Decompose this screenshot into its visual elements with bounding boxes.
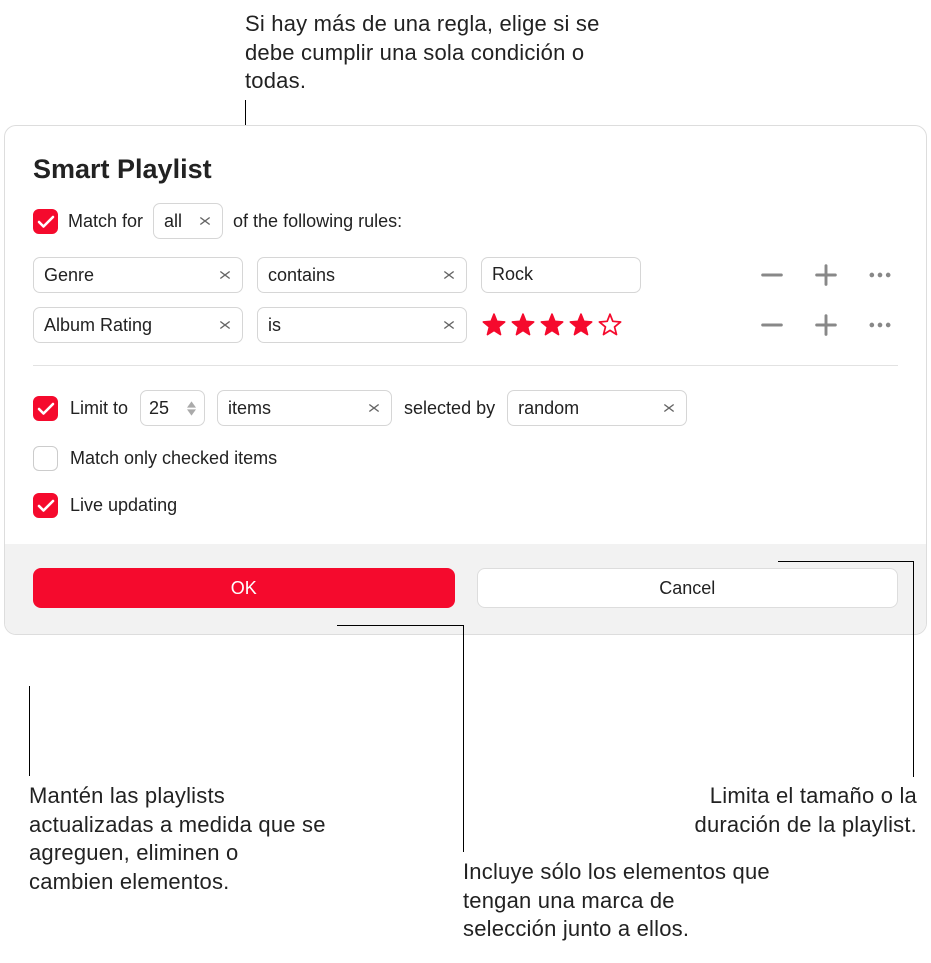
remove-rule-button[interactable] xyxy=(758,261,786,289)
match-only-checked-checkbox[interactable] xyxy=(33,446,58,471)
ellipsis-icon xyxy=(866,311,894,339)
callout-live-updating: Mantén las playlists actualizadas a medi… xyxy=(29,782,329,896)
selected-by-label: selected by xyxy=(404,398,495,419)
limit-row: Limit to 25 items selected by random xyxy=(33,390,898,426)
star-outline-icon xyxy=(597,312,623,338)
match-suffix: of the following rules: xyxy=(233,211,402,232)
match-only-checked-row: Match only checked items xyxy=(33,446,898,471)
rule-value-input[interactable]: Rock xyxy=(481,257,641,293)
limit-mode-value: random xyxy=(518,398,579,419)
chevron-down-icon xyxy=(218,318,232,332)
star-filled-icon xyxy=(539,312,565,338)
ok-button-label: OK xyxy=(231,578,257,599)
rule-text-value: Rock xyxy=(492,264,533,284)
rule-row: Genre contains Rock xyxy=(33,257,898,293)
leader-line xyxy=(778,561,914,562)
rule-operator-value: is xyxy=(268,315,281,336)
live-updating-checkbox[interactable] xyxy=(33,493,58,518)
match-only-checked-label: Match only checked items xyxy=(70,448,277,469)
leader-line xyxy=(29,686,30,776)
callout-limit: Limita el tamaño o la duración de la pla… xyxy=(637,782,917,839)
cancel-button-label: Cancel xyxy=(659,578,715,599)
add-rule-button[interactable] xyxy=(812,311,840,339)
rule-field-value: Album Rating xyxy=(44,315,152,336)
chevron-down-icon xyxy=(218,268,232,282)
match-row: Match for all of the following rules: xyxy=(33,203,898,239)
limit-unit-value: items xyxy=(228,398,271,419)
rule-field-select[interactable]: Genre xyxy=(33,257,243,293)
limit-count-value: 25 xyxy=(149,398,169,419)
more-rule-button[interactable] xyxy=(866,311,894,339)
more-rule-button[interactable] xyxy=(866,261,894,289)
divider xyxy=(33,365,898,366)
chevron-down-icon xyxy=(442,268,456,282)
star-filled-icon xyxy=(510,312,536,338)
live-updating-row: Live updating xyxy=(33,493,898,518)
chevron-down-icon xyxy=(198,214,212,228)
stepper-icon[interactable] xyxy=(187,401,196,416)
limit-count-input[interactable]: 25 xyxy=(140,390,205,426)
chevron-down-icon xyxy=(367,401,381,415)
rules-list: Genre contains Rock xyxy=(33,257,898,343)
star-rating-input[interactable] xyxy=(481,312,651,338)
chevron-down-icon xyxy=(442,318,456,332)
leader-line xyxy=(463,625,464,852)
plus-icon xyxy=(812,261,840,289)
dialog-footer: OK Cancel xyxy=(5,544,926,634)
smart-playlist-dialog: Smart Playlist Match for all of the foll… xyxy=(4,125,927,635)
star-filled-icon xyxy=(568,312,594,338)
leader-line xyxy=(337,625,463,626)
rule-field-select[interactable]: Album Rating xyxy=(33,307,243,343)
minus-icon xyxy=(758,261,786,289)
rule-row: Album Rating is xyxy=(33,307,898,343)
rule-field-value: Genre xyxy=(44,265,94,286)
rule-operator-select[interactable]: is xyxy=(257,307,467,343)
rule-operator-select[interactable]: contains xyxy=(257,257,467,293)
dialog-title: Smart Playlist xyxy=(33,154,898,185)
match-prefix: Match for xyxy=(68,211,143,232)
callout-match-mode: Si hay más de una regla, elige si se deb… xyxy=(245,10,625,96)
add-rule-button[interactable] xyxy=(812,261,840,289)
match-checkbox[interactable] xyxy=(33,209,58,234)
leader-line xyxy=(913,561,914,777)
ellipsis-icon xyxy=(866,261,894,289)
match-mode-select[interactable]: all xyxy=(153,203,223,239)
star-filled-icon xyxy=(481,312,507,338)
limit-checkbox[interactable] xyxy=(33,396,58,421)
limit-unit-select[interactable]: items xyxy=(217,390,392,426)
remove-rule-button[interactable] xyxy=(758,311,786,339)
callout-match-only-checked: Incluye sólo los elementos que tengan un… xyxy=(463,858,773,944)
limit-mode-select[interactable]: random xyxy=(507,390,687,426)
match-mode-value: all xyxy=(164,211,182,232)
minus-icon xyxy=(758,311,786,339)
plus-icon xyxy=(812,311,840,339)
ok-button[interactable]: OK xyxy=(33,568,455,608)
limit-label: Limit to xyxy=(70,398,128,419)
chevron-down-icon xyxy=(662,401,676,415)
cancel-button[interactable]: Cancel xyxy=(477,568,899,608)
live-updating-label: Live updating xyxy=(70,495,177,516)
rule-operator-value: contains xyxy=(268,265,335,286)
